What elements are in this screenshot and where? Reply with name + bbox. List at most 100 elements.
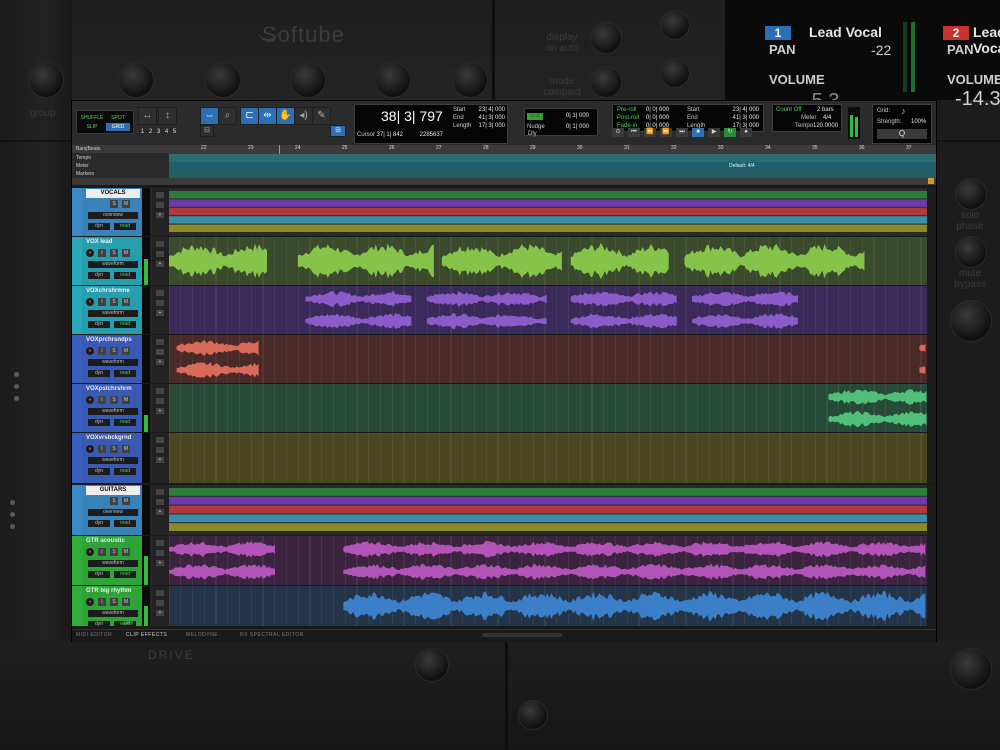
add-lane-icon[interactable]: + — [156, 457, 164, 463]
record-icon[interactable]: ● — [740, 128, 752, 137]
mute-button[interactable]: M — [122, 548, 130, 556]
hardware-knob[interactable] — [518, 700, 548, 730]
track-playlist-lane[interactable] — [169, 586, 927, 626]
track-view-selector[interactable]: waveform — [88, 408, 138, 415]
playlist-icon[interactable] — [156, 388, 164, 394]
add-lane-icon[interactable]: + — [156, 560, 164, 566]
quantize-button[interactable]: Q — [877, 129, 927, 139]
automation-mode-selector[interactable]: read — [114, 223, 136, 230]
ruler-tempo[interactable]: Tempo — [72, 154, 169, 162]
record-enable-button[interactable]: ● — [86, 445, 94, 453]
vertical-scrollbar[interactable] — [927, 586, 936, 626]
track-view-selector[interactable]: overview — [88, 212, 138, 219]
fast-forward-icon[interactable]: ⏩ — [660, 128, 672, 137]
track-color-strip[interactable] — [72, 286, 82, 334]
go-to-end-icon[interactable]: ⏭ — [676, 128, 688, 137]
main-counter-value[interactable]: 38| 3| 797 — [381, 108, 443, 124]
solo-button[interactable]: S — [110, 598, 118, 606]
transport-end-value[interactable]: 41| 3| 000 — [725, 115, 759, 121]
track-color-strip[interactable] — [72, 536, 82, 585]
insert-icon[interactable] — [156, 202, 164, 208]
vertical-scrollbar[interactable] — [927, 335, 936, 383]
add-lane-icon[interactable]: + — [156, 212, 164, 218]
speaker-scrub-icon[interactable]: ◂) — [294, 107, 313, 125]
record-enable-button[interactable]: ● — [86, 548, 94, 556]
track-view-selector[interactable]: waveform — [88, 610, 138, 617]
hardware-knob[interactable] — [590, 22, 622, 54]
mode-slip[interactable]: SLIP — [80, 123, 104, 131]
insert-icon[interactable] — [156, 600, 164, 606]
solo-button[interactable]: S — [110, 548, 118, 556]
hardware-knob[interactable] — [375, 62, 411, 98]
automation-mode-selector[interactable]: read — [114, 419, 136, 426]
insert-icon[interactable] — [156, 499, 164, 505]
vertical-scrollbar[interactable] — [927, 237, 936, 285]
hardware-knob[interactable] — [590, 66, 622, 98]
grid-button[interactable]: Grid — [527, 113, 543, 120]
solo-button[interactable]: S — [110, 497, 118, 505]
track-playlist-lane[interactable] — [169, 237, 927, 285]
record-enable-button[interactable]: ● — [86, 347, 94, 355]
hardware-knob[interactable] — [118, 62, 154, 98]
dly-label[interactable]: Dly — [528, 131, 537, 137]
input-monitor-button[interactable]: I — [98, 445, 106, 453]
vertical-scrollbar[interactable] — [927, 286, 936, 334]
track-view-selector[interactable]: waveform — [88, 359, 138, 366]
tab-melodyne[interactable]: MELODYNE — [186, 632, 218, 638]
grabber-tool-icon[interactable]: ✋ — [276, 107, 295, 125]
track-name[interactable]: VOXprchrsndps — [86, 336, 140, 345]
dyn-button[interactable]: dyn — [88, 468, 110, 475]
track-color-strip[interactable] — [72, 335, 82, 383]
countoff-label[interactable]: Count Off — [776, 107, 802, 113]
dyn-button[interactable]: dyn — [88, 520, 110, 527]
tab-midi-editor[interactable]: MIDI EDITOR — [76, 632, 112, 638]
track-color-strip[interactable] — [72, 188, 82, 236]
mute-button[interactable]: M — [122, 347, 130, 355]
track-color-strip[interactable] — [72, 586, 82, 626]
selector-tool-icon[interactable]: ⇹ — [258, 107, 277, 125]
hardware-knob[interactable] — [28, 62, 64, 98]
insert-icon[interactable] — [156, 300, 164, 306]
dyn-button[interactable]: dyn — [88, 223, 110, 230]
add-lane-icon[interactable]: + — [156, 359, 164, 365]
input-monitor-button[interactable]: I — [98, 347, 106, 355]
track-view-selector[interactable]: waveform — [88, 457, 138, 464]
tab-rx-spectral-editor[interactable]: RX SPECTRAL EDITOR — [240, 632, 304, 638]
track-color-strip[interactable] — [72, 433, 82, 483]
return-to-zero-icon[interactable]: ⏮ — [628, 128, 640, 137]
transport-start-value[interactable]: 23| 4| 000 — [725, 107, 759, 113]
dyn-button[interactable]: dyn — [88, 272, 110, 279]
track-playlist-lane[interactable] — [169, 335, 927, 383]
track-name[interactable]: GTR acoustic — [86, 537, 140, 546]
automation-mode-selector[interactable]: read — [114, 321, 136, 328]
track-name[interactable]: VOXpstchrshrm — [86, 385, 140, 394]
track-playlist-lane[interactable] — [169, 286, 927, 334]
mute-button[interactable]: M — [122, 598, 130, 606]
input-monitor-button[interactable]: I — [98, 298, 106, 306]
hardware-knob[interactable] — [950, 648, 992, 690]
dyn-button[interactable]: dyn — [88, 419, 110, 426]
eighth-note-icon[interactable]: ♪ — [901, 106, 906, 116]
input-monitor-button[interactable]: I — [98, 598, 106, 606]
vertical-scrollbar[interactable] — [927, 485, 936, 535]
mute-button[interactable]: M — [122, 445, 130, 453]
dyn-button[interactable]: dyn — [88, 571, 110, 578]
automation-mode-selector[interactable]: read — [114, 571, 136, 578]
solo-button[interactable]: S — [110, 445, 118, 453]
mute-button[interactable]: M — [122, 200, 130, 208]
vertical-scrollbar[interactable] — [927, 384, 936, 432]
countoff-value[interactable]: 2 bars — [817, 107, 834, 113]
vertical-scrollbar[interactable] — [927, 536, 936, 585]
horizontal-scrollbar[interactable] — [482, 633, 562, 637]
vertical-scrollbar[interactable] — [927, 433, 936, 483]
playlist-icon[interactable] — [156, 489, 164, 495]
hardware-knob[interactable] — [452, 62, 488, 98]
playlist-icon[interactable] — [156, 290, 164, 296]
bars-beats-lane[interactable]: 22 23 24 25 26 27 28 29 30 31 32 33 34 3… — [169, 145, 936, 154]
track-view-selector[interactable]: waveform — [88, 310, 138, 317]
insert-icon[interactable] — [156, 447, 164, 453]
zoom-preset-4[interactable]: 4 — [163, 129, 170, 136]
markers-lane[interactable] — [169, 170, 936, 178]
playlist-icon[interactable] — [156, 437, 164, 443]
track-name[interactable]: VOX lead — [86, 238, 140, 247]
